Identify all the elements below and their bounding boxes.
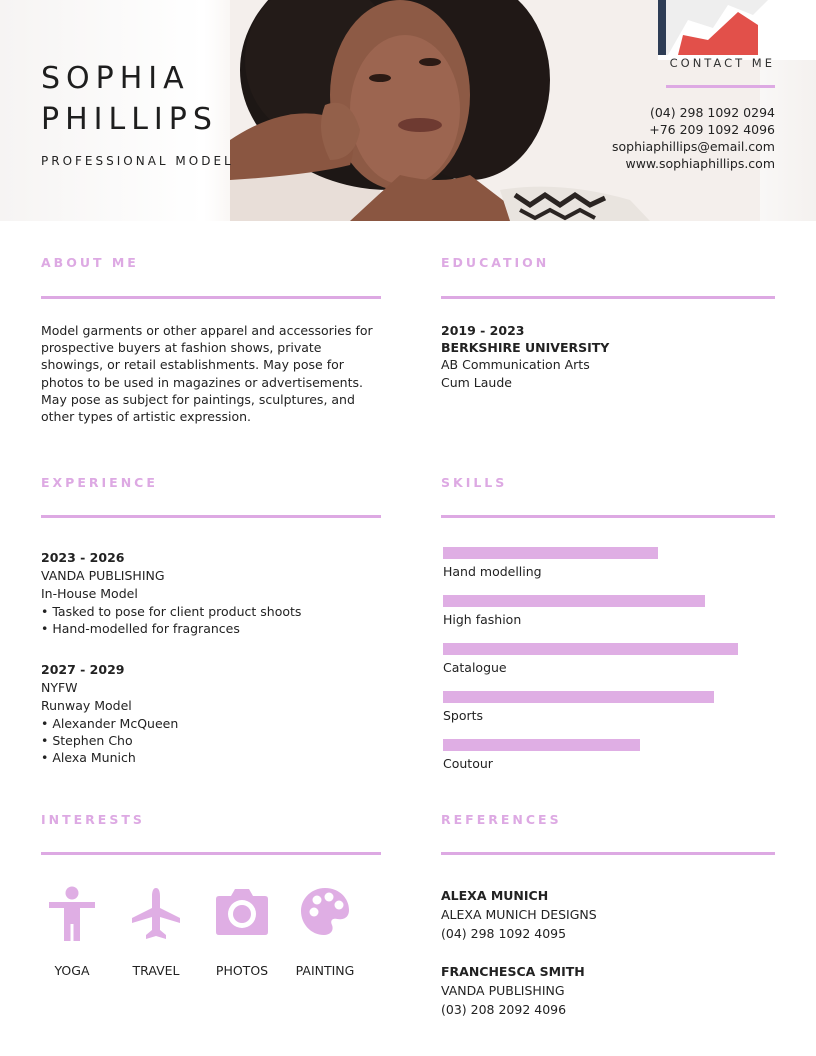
interest-yoga: YOGA: [37, 886, 107, 978]
skill-label: Catalogue: [443, 660, 507, 675]
experience-bullet: • Hand-modelled for fragrances: [41, 620, 240, 636]
reference-entry: ALEXA MUNICH ALEXA MUNICH DESIGNS (04) 2…: [441, 886, 597, 943]
skill-level-bar: [443, 643, 738, 655]
phone-secondary: +76 209 1092 4096: [649, 122, 775, 137]
experience-bullet: • Alexa Munich: [41, 750, 136, 766]
skill-level-bar: [443, 739, 640, 751]
education-divider: [441, 296, 775, 299]
experience-role: Runway Model: [41, 698, 132, 714]
interests-divider: [41, 852, 381, 855]
experience-divider: [41, 515, 381, 518]
experience-company: NYFW: [41, 680, 78, 696]
reference-name: ALEXA MUNICH: [441, 888, 549, 903]
education-degree: AB Communication Arts: [441, 357, 590, 373]
experience-bullet: • Tasked to pose for client product shoo…: [41, 603, 302, 619]
about-text: Model garments or other apparel and acce…: [41, 323, 373, 425]
camera-icon: [216, 889, 268, 935]
about-heading: ABOUT ME: [41, 255, 139, 270]
skill-label: Coutour: [443, 756, 493, 771]
experience-entry: 2027 - 2029 NYFW Runway Model • Alexande…: [41, 661, 178, 766]
skill-level-bar: [443, 691, 714, 703]
skill-label: High fashion: [443, 612, 522, 627]
interest-label: PHOTOS: [215, 963, 269, 978]
reference-company: ALEXA MUNICH DESIGNS: [441, 907, 597, 922]
experience-entry: 2023 - 2026 VANDA PUBLISHING In-House Mo…: [41, 549, 301, 637]
skill-item: Hand modelling: [443, 547, 658, 579]
job-title: PROFESSIONAL MODEL: [41, 154, 234, 168]
education-entry: 2019 - 2023 BERKSHIRE UNIVERSITY AB Comm…: [441, 322, 609, 391]
interest-label: TRAVEL: [132, 963, 180, 978]
education-heading: EDUCATION: [441, 255, 550, 270]
email-address[interactable]: sophiaphillips@email.com: [612, 138, 775, 155]
skill-item: Coutour: [443, 739, 640, 771]
experience-company: VANDA PUBLISHING: [41, 568, 165, 584]
skills-divider: [441, 515, 775, 518]
reference-phone: (04) 298 1092 4095: [441, 926, 567, 941]
contact-heading: CONTACT ME: [669, 56, 775, 70]
reference-name: FRANCHESCA SMITH: [441, 964, 585, 979]
palette-icon: [301, 888, 349, 935]
interest-label: PAINTING: [295, 963, 355, 978]
reference-entry: FRANCHESCA SMITH VANDA PUBLISHING (03) 2…: [441, 962, 585, 1019]
person-icon: [49, 886, 95, 941]
interests-heading: INTERESTS: [41, 812, 145, 827]
experience-role: In-House Model: [41, 586, 138, 602]
reference-company: VANDA PUBLISHING: [441, 983, 565, 998]
experience-bullet: • Alexander McQueen: [41, 715, 179, 731]
wall-art-photo: [658, 0, 816, 60]
reference-phone: (03) 208 2092 4096: [441, 1002, 567, 1017]
last-name: PHILLIPS: [41, 102, 218, 137]
experience-heading: EXPERIENCE: [41, 475, 158, 490]
airplane-icon: [132, 888, 180, 939]
skill-item: Catalogue: [443, 643, 738, 675]
first-name: SOPHIA: [41, 61, 190, 96]
skill-level-bar: [443, 595, 705, 607]
interest-label: YOGA: [54, 963, 90, 978]
references-divider: [441, 852, 775, 855]
experience-bullet: • Stephen Cho: [41, 732, 133, 748]
about-divider: [41, 296, 381, 299]
education-years: 2019 - 2023: [441, 323, 525, 338]
contact-divider: [666, 85, 775, 88]
skill-label: Hand modelling: [443, 564, 542, 579]
education-school: BERKSHIRE UNIVERSITY: [441, 340, 610, 356]
references-heading: REFERENCES: [441, 812, 562, 827]
skill-level-bar: [443, 547, 658, 559]
skill-item: Sports: [443, 691, 714, 723]
contact-details: (04) 298 1092 0294 +76 209 1092 4096 sop…: [612, 104, 775, 172]
interest-photos: PHOTOS: [207, 886, 277, 978]
interest-travel: TRAVEL: [121, 886, 191, 978]
full-name: SOPHIA PHILLIPS: [41, 58, 218, 140]
skills-heading: SKILLS: [441, 475, 508, 490]
experience-years: 2027 - 2029: [41, 662, 125, 677]
interest-painting: PAINTING: [290, 886, 360, 978]
website-link[interactable]: www.sophiaphillips.com: [612, 155, 775, 172]
education-honors: Cum Laude: [441, 374, 512, 390]
experience-years: 2023 - 2026: [41, 550, 125, 565]
skill-item: High fashion: [443, 595, 705, 627]
phone-primary: (04) 298 1092 0294: [649, 105, 775, 120]
skill-label: Sports: [443, 708, 484, 723]
